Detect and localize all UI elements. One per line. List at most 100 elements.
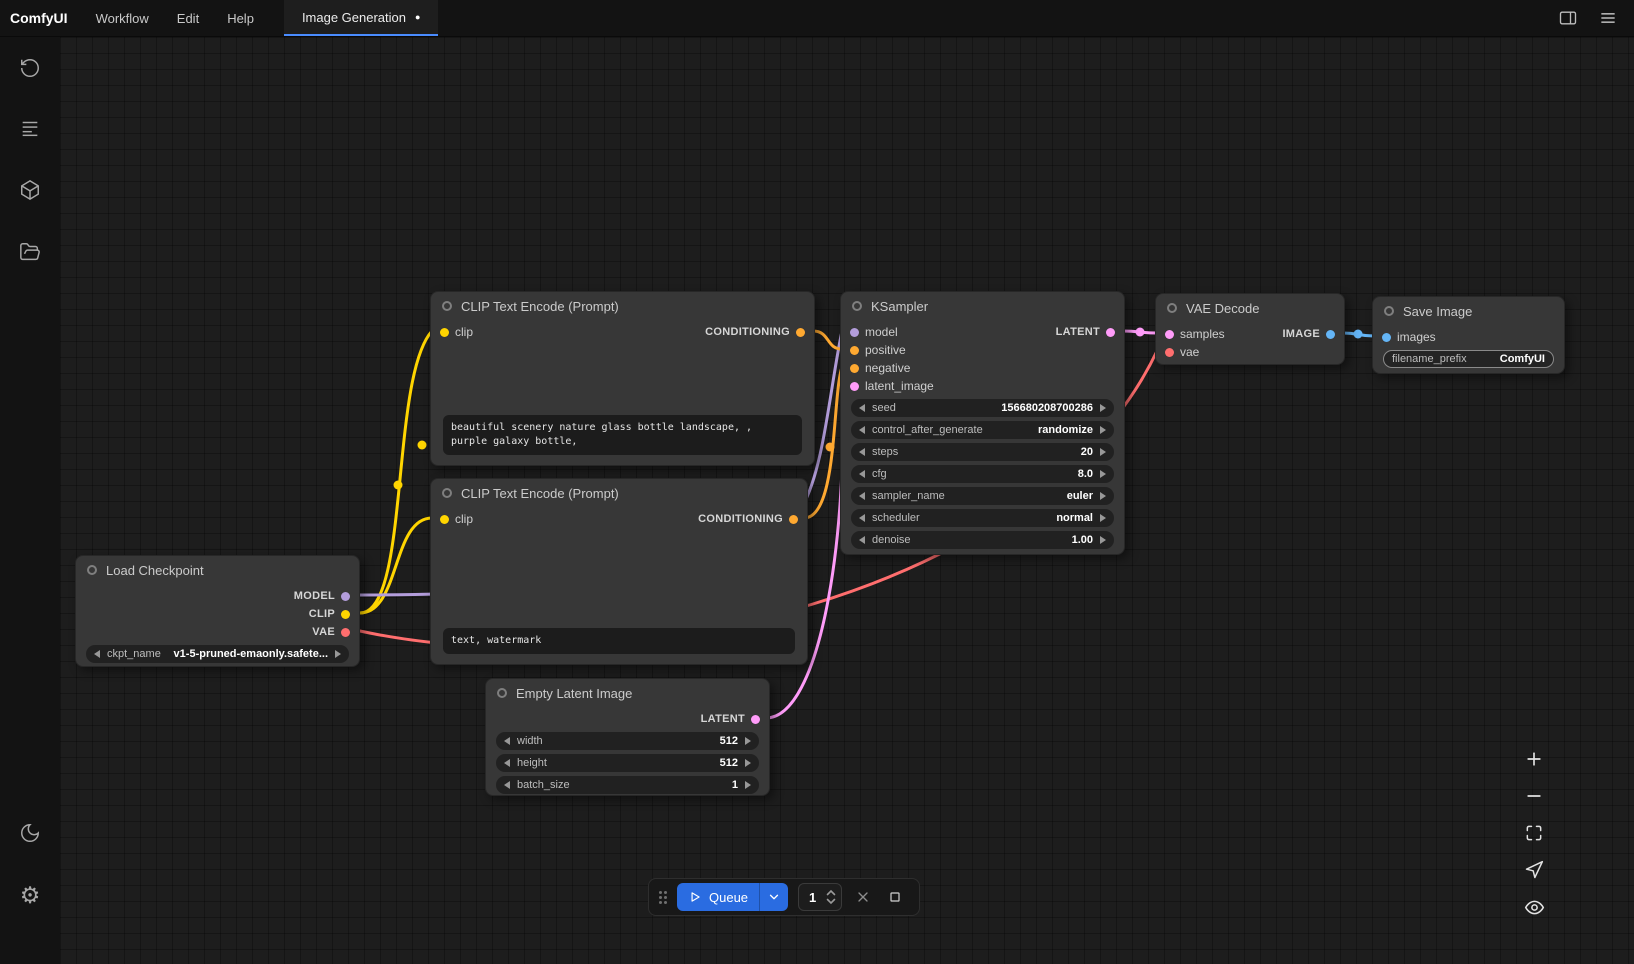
decrement-arrow-icon[interactable]: [859, 448, 865, 456]
input-port-negative[interactable]: negative: [850, 361, 910, 375]
node-status-dot-icon: [852, 301, 862, 311]
unsaved-dot-icon: ●: [415, 13, 420, 22]
widget-batch-size[interactable]: batch_size 1: [496, 776, 759, 794]
input-port-clip[interactable]: clip: [440, 325, 473, 339]
widget-denoise[interactable]: denoise 1.00: [851, 531, 1114, 549]
menu-edit[interactable]: Edit: [163, 0, 213, 36]
moon-icon[interactable]: [18, 821, 42, 845]
stepper-up-icon[interactable]: [826, 889, 836, 896]
menu-workflow[interactable]: Workflow: [82, 0, 163, 36]
decrement-arrow-icon[interactable]: [504, 759, 510, 767]
node-header[interactable]: CLIP Text Encode (Prompt): [431, 292, 814, 320]
widget-control-after-generate[interactable]: control_after_generate randomize: [851, 421, 1114, 439]
increment-arrow-icon[interactable]: [745, 759, 751, 767]
menu-help[interactable]: Help: [213, 0, 268, 36]
widget-ckpt-name[interactable]: ckpt_name v1-5-pruned-emaonly.safete...: [86, 645, 349, 663]
input-port-latent-image[interactable]: latent_image: [850, 379, 934, 393]
decrement-arrow-icon[interactable]: [859, 404, 865, 412]
list-icon[interactable]: [18, 116, 42, 140]
fit-view-button[interactable]: [1522, 821, 1546, 845]
zoom-in-button[interactable]: [1522, 747, 1546, 771]
increment-arrow-icon[interactable]: [745, 737, 751, 745]
increment-arrow-icon[interactable]: [1100, 470, 1106, 478]
input-port-vae[interactable]: vae: [1165, 345, 1199, 359]
widget-height[interactable]: height 512: [496, 754, 759, 772]
widget-seed[interactable]: seed 156680208700286: [851, 399, 1114, 417]
increment-arrow-icon[interactable]: [1100, 426, 1106, 434]
cube-icon[interactable]: [18, 178, 42, 202]
widget-width[interactable]: width 512: [496, 732, 759, 750]
select-mode-button[interactable]: [1522, 858, 1546, 882]
output-port-model[interactable]: MODEL: [294, 590, 350, 602]
decrement-arrow-icon[interactable]: [859, 536, 865, 544]
interrupt-button[interactable]: [884, 886, 906, 908]
output-port-clip[interactable]: CLIP: [309, 608, 350, 620]
port-dot-image-icon: [1326, 330, 1335, 339]
input-port-samples[interactable]: samples: [1165, 327, 1225, 341]
node-header[interactable]: Load Checkpoint: [76, 556, 359, 584]
increment-arrow-icon[interactable]: [1100, 536, 1106, 544]
decrement-arrow-icon[interactable]: [859, 514, 865, 522]
node-save-image[interactable]: Save Image images filename_prefix ComfyU…: [1372, 296, 1565, 374]
decrement-arrow-icon[interactable]: [504, 781, 510, 789]
output-port-latent[interactable]: LATENT: [701, 713, 760, 725]
increment-arrow-icon[interactable]: [1100, 404, 1106, 412]
input-port-model[interactable]: model: [850, 325, 898, 339]
widget-filename-prefix[interactable]: filename_prefix ComfyUI: [1383, 350, 1554, 368]
node-header[interactable]: Empty Latent Image: [486, 679, 769, 707]
node-header[interactable]: KSampler: [841, 292, 1124, 320]
node-header[interactable]: Save Image: [1373, 297, 1564, 325]
node-clip-text-encode-positive[interactable]: CLIP Text Encode (Prompt) clip CONDITION…: [430, 291, 815, 466]
node-load-checkpoint[interactable]: Load Checkpoint MODEL CLIP VAE: [75, 555, 360, 667]
input-port-images[interactable]: images: [1382, 330, 1436, 344]
batch-count-input[interactable]: 1: [798, 883, 842, 911]
node-clip-text-encode-negative[interactable]: CLIP Text Encode (Prompt) clip CONDITION…: [430, 478, 808, 665]
decrement-arrow-icon[interactable]: [859, 470, 865, 478]
widget-scheduler[interactable]: scheduler normal: [851, 509, 1114, 527]
increment-arrow-icon[interactable]: [1100, 492, 1106, 500]
input-port-clip[interactable]: clip: [440, 512, 473, 526]
increment-arrow-icon[interactable]: [1100, 448, 1106, 456]
output-port-image[interactable]: IMAGE: [1282, 328, 1335, 340]
clear-queue-button[interactable]: [852, 886, 874, 908]
queue-options-button[interactable]: [759, 883, 788, 911]
queue-button[interactable]: Queue: [677, 883, 788, 911]
node-header[interactable]: VAE Decode: [1156, 294, 1344, 322]
increment-arrow-icon[interactable]: [335, 650, 341, 658]
zoom-out-button[interactable]: [1522, 784, 1546, 808]
node-graph-canvas[interactable]: Load Checkpoint MODEL CLIP VAE: [60, 37, 1634, 964]
decrement-arrow-icon[interactable]: [859, 492, 865, 500]
node-ksampler[interactable]: KSampler model LATENT positive: [840, 291, 1125, 555]
decrement-arrow-icon[interactable]: [94, 650, 100, 658]
output-port-conditioning[interactable]: CONDITIONING: [698, 513, 798, 525]
hamburger-menu-icon[interactable]: [1596, 6, 1620, 30]
decrement-arrow-icon[interactable]: [504, 737, 510, 745]
output-port-vae[interactable]: VAE: [312, 626, 350, 638]
history-icon[interactable]: [18, 56, 42, 80]
stepper-down-icon[interactable]: [826, 898, 836, 905]
increment-arrow-icon[interactable]: [745, 781, 751, 789]
fit-view-icon: [1524, 823, 1544, 843]
output-port-conditioning[interactable]: CONDITIONING: [705, 326, 805, 338]
widget-steps[interactable]: steps 20: [851, 443, 1114, 461]
negative-prompt-textarea[interactable]: text, watermark: [443, 628, 795, 654]
output-port-latent[interactable]: LATENT: [1056, 326, 1115, 338]
increment-arrow-icon[interactable]: [1100, 514, 1106, 522]
widget-cfg[interactable]: cfg 8.0: [851, 465, 1114, 483]
app-logo: ComfyUI: [0, 0, 82, 36]
port-dot-latent-icon: [751, 715, 760, 724]
chevron-down-icon: [767, 890, 781, 904]
positive-prompt-textarea[interactable]: beautiful scenery nature glass bottle la…: [443, 415, 802, 455]
toggle-link-visibility-button[interactable]: [1522, 895, 1546, 919]
drag-handle-icon[interactable]: [659, 891, 667, 904]
node-header[interactable]: CLIP Text Encode (Prompt): [431, 479, 807, 507]
widget-sampler-name[interactable]: sampler_name euler: [851, 487, 1114, 505]
panel-toggle-icon[interactable]: [1556, 6, 1580, 30]
tab-image-generation[interactable]: Image Generation ●: [284, 0, 439, 36]
decrement-arrow-icon[interactable]: [859, 426, 865, 434]
node-empty-latent-image[interactable]: Empty Latent Image LATENT width 512 heig…: [485, 678, 770, 796]
node-vae-decode[interactable]: VAE Decode samples IMAGE vae: [1155, 293, 1345, 365]
input-port-positive[interactable]: positive: [850, 343, 906, 357]
gear-icon[interactable]: ⚙: [18, 883, 42, 907]
folder-open-icon[interactable]: [18, 240, 42, 264]
